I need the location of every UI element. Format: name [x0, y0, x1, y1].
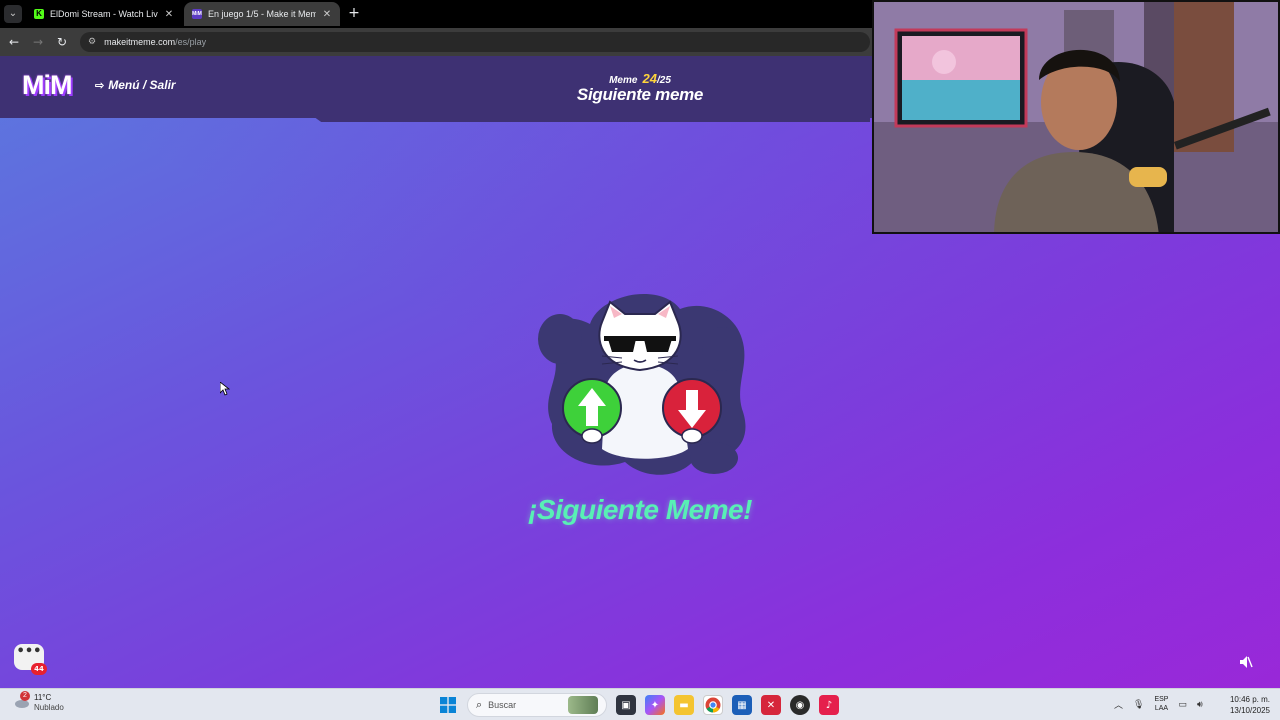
address-bar[interactable]: ⚙ makeitmeme.com/es/play	[80, 32, 870, 52]
task-view-icon[interactable]: ▣	[616, 695, 636, 715]
tab-kick-stream[interactable]: K ElDomi Stream - Watch Live on ✕	[26, 2, 182, 26]
exit-door-icon: ⇨	[95, 79, 105, 92]
new-tab-plus-icon[interactable]: +	[346, 5, 362, 21]
search-highlight-image	[568, 696, 598, 714]
obs-icon[interactable]: ◉	[790, 695, 810, 715]
temperature: 11°C	[34, 693, 52, 702]
webcam-scene-image	[874, 2, 1278, 232]
back-arrow-icon[interactable]: ←	[6, 34, 22, 50]
tiktok-icon[interactable]: ♪	[819, 695, 839, 715]
cat-mascot-illustration	[538, 293, 746, 475]
taskbar-clock[interactable]: 10:46 p. m. 13/10/2025	[1222, 694, 1270, 716]
mouse-cursor-icon	[220, 382, 230, 396]
meme-counter: Meme 24/25 Siguiente meme	[560, 68, 720, 105]
clock-time: 10:46 p. m.	[1229, 695, 1270, 704]
copilot-icon[interactable]: ✦	[645, 695, 665, 715]
language-code: ESP	[1154, 696, 1169, 703]
streamer-webcam-overlay	[872, 0, 1280, 234]
search-placeholder: Buscar	[488, 700, 517, 710]
mim-logo[interactable]: MiM	[22, 70, 72, 101]
mim-favicon-icon: MiM	[192, 9, 202, 19]
next-meme-message: ¡Siguiente Meme!	[528, 494, 752, 525]
url-path: /es/play	[175, 37, 207, 47]
clock-date: 13/10/2025	[1229, 706, 1270, 715]
network-icon[interactable]: ▭	[1178, 699, 1187, 710]
microphone-icon[interactable]: 🎙︎	[1133, 699, 1144, 710]
chrome-icon[interactable]	[703, 695, 723, 715]
input-language[interactable]: ESP LAA	[1154, 695, 1168, 713]
menu-exit-label: Menú / Salir	[108, 78, 176, 92]
close-icon[interactable]: ✕	[164, 9, 174, 20]
header-tab-shape	[310, 114, 870, 122]
url-host: makeitmeme.com	[104, 37, 176, 47]
tab-make-it-meme[interactable]: MiM En juego 1/5 - Make it Meme ✕	[184, 2, 340, 26]
weather-alert-badge: 2	[20, 691, 30, 701]
taskbar-apps: ⌕ Buscar ▣ ✦ ▬ ▦ ✕ ◉ ♪	[438, 693, 839, 717]
tray-overflow-chevron-icon[interactable]: ︿	[1114, 698, 1123, 711]
folder-icon[interactable]: ▬	[674, 695, 694, 715]
weather-widget[interactable]: 2 11°C Nublado	[14, 691, 64, 713]
weather-condition: Nublado	[34, 703, 64, 712]
windows-start-icon[interactable]	[438, 695, 458, 715]
tab-search-chevron-icon[interactable]: ⌄	[4, 5, 22, 23]
chat-unread-badge: 44	[31, 663, 47, 675]
chat-button[interactable]: ••• 44	[14, 644, 47, 675]
windows-taskbar: 2 11°C Nublado ⌕ Buscar ▣ ✦ ▬ ▦ ✕ ◉ ♪ ︿ …	[0, 688, 1280, 720]
reload-icon[interactable]: ↻	[54, 34, 70, 50]
kick-favicon-icon: K	[34, 9, 44, 19]
meme-current-number: 24	[642, 71, 657, 86]
forward-arrow-icon[interactable]: →	[30, 34, 46, 50]
close-icon[interactable]: ✕	[322, 9, 332, 20]
system-tray: ︿ 🎙︎ ESP LAA ▭ 🔊︎	[1114, 695, 1203, 713]
url-text[interactable]: makeitmeme.com/es/play	[104, 37, 206, 47]
header-title: Siguiente meme	[576, 85, 704, 104]
store-icon[interactable]: ▦	[732, 695, 752, 715]
language-layout: LAA	[1154, 705, 1169, 712]
tab-title: ElDomi Stream - Watch Live on	[50, 9, 158, 19]
site-info-icon[interactable]: ⚙	[88, 37, 96, 47]
chat-dots-icon: •••	[16, 644, 42, 659]
cloud-weather-icon: 2	[14, 691, 30, 709]
x-app-icon[interactable]: ✕	[761, 695, 781, 715]
volume-icon[interactable]: 🔊︎	[1197, 699, 1203, 710]
taskbar-search-box[interactable]: ⌕ Buscar	[467, 693, 607, 717]
search-icon: ⌕	[476, 698, 483, 711]
sound-muted-icon[interactable]	[1238, 654, 1254, 670]
menu-exit-button[interactable]: ⇨ Menú / Salir	[95, 78, 176, 92]
tab-title: En juego 1/5 - Make it Meme	[208, 9, 316, 19]
